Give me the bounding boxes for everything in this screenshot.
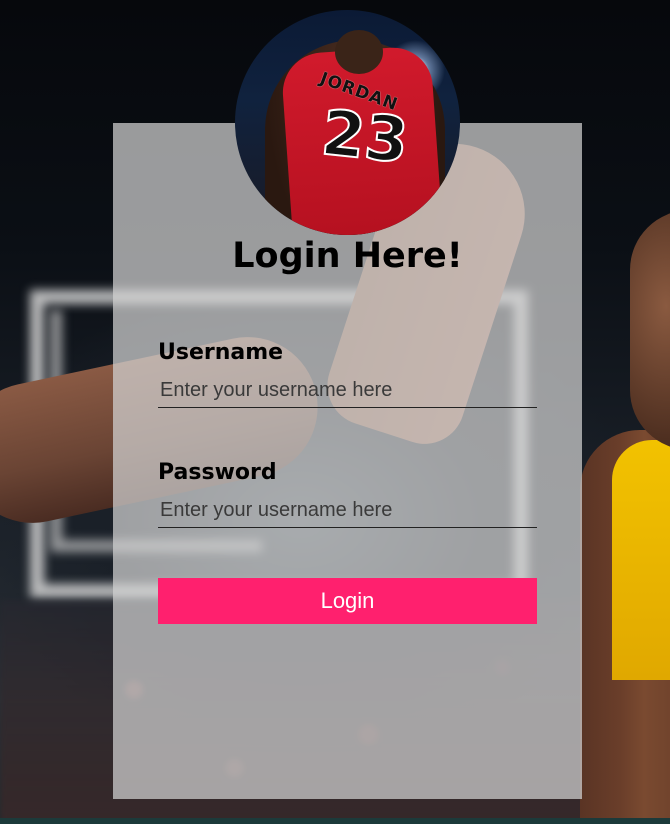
player-head-shape	[630, 210, 670, 450]
avatar-player-head	[335, 30, 383, 74]
bottom-strip	[0, 818, 670, 824]
avatar: JORDAN 23	[235, 10, 460, 235]
username-label: Username	[158, 340, 284, 365]
jersey-number: 23	[317, 95, 412, 179]
password-input[interactable]	[158, 494, 537, 528]
yellow-jersey-shape	[612, 440, 670, 680]
username-input[interactable]	[158, 374, 537, 408]
password-label: Password	[158, 460, 277, 485]
login-button[interactable]: Login	[158, 578, 537, 624]
form-title: Login Here!	[232, 236, 463, 276]
